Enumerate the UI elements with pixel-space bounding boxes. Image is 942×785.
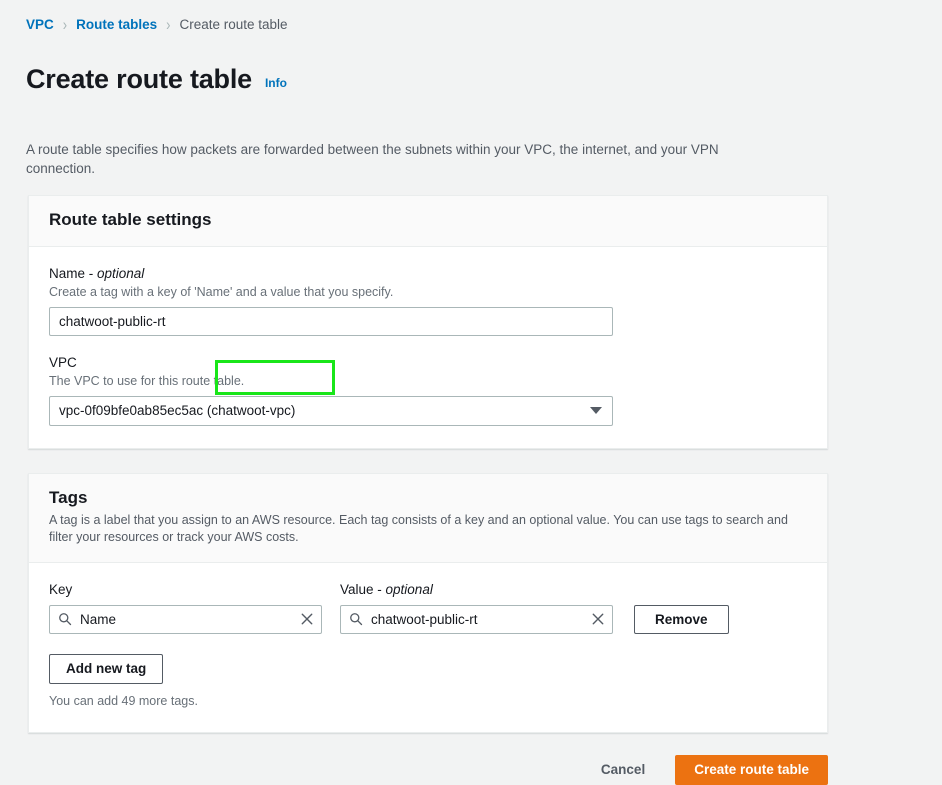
- tag-key-input[interactable]: Name: [49, 605, 322, 634]
- close-icon[interactable]: [300, 612, 314, 626]
- settings-panel-body: Name - optional Create a tag with a key …: [29, 247, 827, 448]
- tag-value-column: Value - optional chatwoot-public-rt: [340, 581, 613, 634]
- tags-panel-header: Tags A tag is a label that you assign to…: [29, 474, 827, 563]
- name-label-optional: optional: [97, 266, 144, 281]
- vpc-field-label: VPC: [49, 354, 807, 372]
- vpc-select-value: vpc-0f09bfe0ab85ec5ac (chatwoot-vpc): [59, 403, 295, 418]
- tags-panel-body: Key Name Value - optional: [29, 563, 827, 732]
- remove-tag-button[interactable]: Remove: [634, 605, 729, 634]
- name-input[interactable]: chatwoot-public-rt: [49, 307, 613, 336]
- breadcrumb-item-route-tables[interactable]: Route tables: [76, 16, 157, 34]
- page-description: A route table specifies how packets are …: [0, 128, 770, 178]
- breadcrumb-item-vpc[interactable]: VPC: [26, 16, 54, 34]
- close-icon[interactable]: [591, 612, 605, 626]
- route-table-settings-panel: Route table settings Name - optional Cre…: [28, 195, 828, 449]
- add-new-tag-button[interactable]: Add new tag: [49, 654, 163, 684]
- vpc-field-group: VPC The VPC to use for this route table.…: [49, 354, 807, 426]
- tag-value-label-optional: optional: [386, 582, 433, 597]
- info-link[interactable]: Info: [265, 76, 287, 90]
- cancel-button[interactable]: Cancel: [601, 762, 645, 777]
- tags-remaining-text: You can add 49 more tags.: [49, 693, 807, 710]
- table-row: Key Name Value - optional: [49, 581, 807, 634]
- tags-panel: Tags A tag is a label that you assign to…: [28, 473, 828, 733]
- page-header: Create route table Info: [0, 36, 942, 114]
- tag-key-column: Key Name: [49, 581, 322, 634]
- vpc-field-hint: The VPC to use for this route table.: [49, 373, 807, 390]
- search-icon: [349, 612, 363, 626]
- name-input-value: chatwoot-public-rt: [59, 314, 166, 329]
- tags-panel-title: Tags: [49, 487, 807, 509]
- vpc-select[interactable]: vpc-0f09bfe0ab85ec5ac (chatwoot-vpc): [49, 396, 613, 426]
- tag-value-label-text: Value -: [340, 582, 386, 597]
- breadcrumb-separator-icon: ›: [166, 14, 170, 37]
- settings-panel-title: Route table settings: [49, 209, 807, 231]
- chevron-down-icon: [590, 407, 602, 414]
- breadcrumb-separator-icon: ›: [63, 14, 67, 37]
- tag-value-input[interactable]: chatwoot-public-rt: [340, 605, 613, 634]
- name-label-text: Name -: [49, 266, 97, 281]
- settings-panel-header: Route table settings: [29, 196, 827, 247]
- name-field-label: Name - optional: [49, 265, 807, 283]
- tags-panel-description: A tag is a label that you assign to an A…: [49, 512, 801, 546]
- name-field-hint: Create a tag with a key of 'Name' and a …: [49, 284, 807, 301]
- search-icon: [58, 612, 72, 626]
- tag-key-label: Key: [49, 581, 322, 599]
- tag-value-label: Value - optional: [340, 581, 613, 599]
- name-field-group: Name - optional Create a tag with a key …: [49, 265, 807, 336]
- tag-key-value: Name: [80, 612, 300, 627]
- form-footer: Cancel Create route table: [0, 755, 942, 785]
- breadcrumb: VPC › Route tables › Create route table: [0, 0, 942, 36]
- tag-value-value: chatwoot-public-rt: [371, 612, 591, 627]
- create-route-table-button[interactable]: Create route table: [675, 755, 828, 785]
- breadcrumb-item-create-route-table: Create route table: [179, 16, 287, 34]
- page-title: Create route table: [26, 62, 252, 96]
